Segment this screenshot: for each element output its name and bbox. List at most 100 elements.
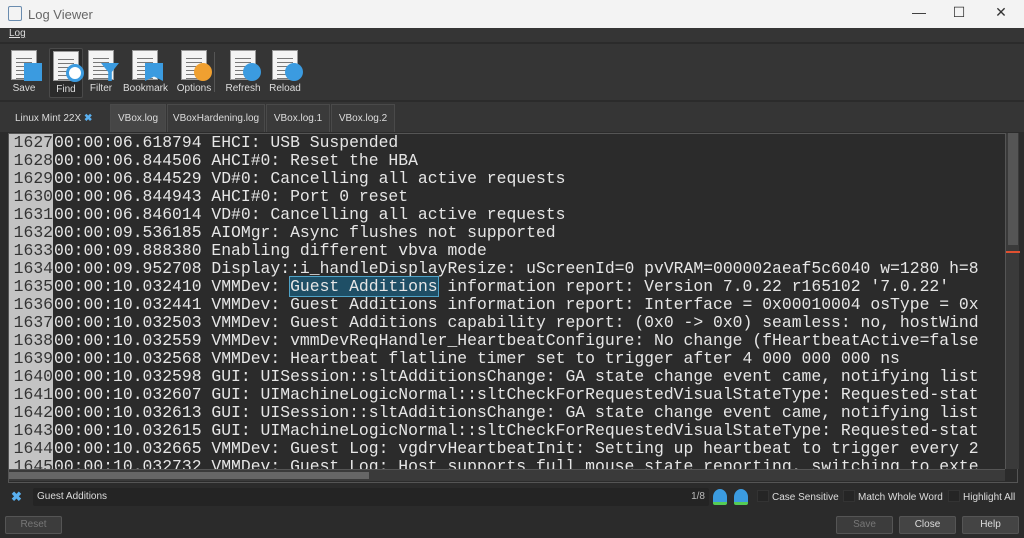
log-line: 1627 00:00:06.618794 EHCI: USB Suspended [9,134,1017,152]
line-number: 1639 [9,350,53,368]
search-highlight: Guest Additions [289,276,439,297]
vm-name-text: Linux Mint 22X [15,113,82,124]
bookmark-tool-button[interactable]: Bookmark [123,48,169,98]
log-text: 00:00:10.032503 VMMDev: Guest Additions … [54,313,979,332]
match-count: 1/8 [691,491,705,502]
case-sensitive-label[interactable]: Case Sensitive [772,492,839,503]
highlight-all-checkbox[interactable] [948,490,960,502]
line-number: 1638 [9,332,53,350]
find-tool-button[interactable]: Find [49,48,84,98]
line-number: 1636 [9,296,53,314]
match-whole-word-label[interactable]: Match Whole Word [858,492,943,503]
search-input[interactable]: Guest Additions 1/8 [33,488,709,506]
refresh-icon [230,50,261,81]
log-text: 00:00:06.844943 AHCI#0: Port 0 reset [54,187,409,206]
bookmark-icon [132,50,163,81]
log-text: 00:00:10.032441 VMMDev: Guest Additions … [54,295,979,314]
tab-vboxhardening-log[interactable]: VBoxHardening.log [167,104,265,132]
close-find-bar-icon[interactable]: ✖ [11,489,22,505]
window-title: Log Viewer [28,7,93,22]
reload-tool-button[interactable]: Reload [268,48,303,98]
close-window-button[interactable]: ✕ [991,4,1011,24]
match-whole-word-checkbox[interactable] [843,490,855,502]
log-line: 1644 00:00:10.032665 VMMDev: Guest Log: v… [9,440,1017,458]
find-previous-icon[interactable] [713,489,727,505]
line-number: 1627 [9,134,53,152]
log-line: 1636 00:00:10.032441 VMMDev: Guest Additi… [9,296,1017,314]
log-text: 00:00:06.846014 VD#0: Cancelling all act… [54,205,566,224]
line-number: 1643 [9,422,53,440]
log-text: 00:00:09.888380 Enabling different vbva … [54,241,487,260]
horizontal-scrollbar[interactable] [9,469,1005,481]
search-match-marker [1006,251,1020,253]
line-number: 1628 [9,152,53,170]
log-text: 00:00:10.032613 GUI: UISession::sltAddit… [54,403,979,422]
log-text: 00:00:09.952708 Display::i_handleDisplay… [54,259,979,278]
log-text: 00:00:06.844529 VD#0: Cancelling all act… [54,169,566,188]
gear-icon [181,50,212,81]
filter-label: Filter [89,83,113,94]
refresh-tool-button[interactable]: Refresh [225,48,261,98]
save-button[interactable]: Save [836,516,893,534]
menu-log[interactable]: Log [9,28,26,39]
filter-icon [88,50,119,81]
log-line: 1642 00:00:10.032613 GUI: UISession::sltA… [9,404,1017,422]
line-number: 1631 [9,206,53,224]
log-line: 1631 00:00:06.846014 VD#0: Cancelling all… [9,206,1017,224]
line-number: 1640 [9,368,53,386]
save-tool-button[interactable]: Save [6,48,42,98]
line-number: 1634 [9,260,53,278]
filter-tool-button[interactable]: Filter [86,48,119,98]
log-text: 00:00:09.536185 AIOMgr: Async flushes no… [54,223,556,242]
title-bar: Log Viewer — ☐ ✕ [0,0,1024,28]
line-number: 1642 [9,404,53,422]
line-number: 1630 [9,188,53,206]
save-label: Save [12,83,36,94]
line-number: 1632 [9,224,53,242]
find-next-icon[interactable] [734,489,748,505]
maximize-button[interactable]: ☐ [949,4,969,24]
reset-button[interactable]: Reset [5,516,62,534]
horizontal-scroll-thumb[interactable] [9,472,369,479]
options-label: Options [176,83,212,94]
find-label: Find [56,84,76,95]
log-line: 1640 00:00:10.032598 GUI: UISession::sltA… [9,368,1017,386]
line-number: 1635 [9,278,53,296]
save-icon [11,50,42,81]
log-text: 00:00:10.032615 GUI: UIMachineLogicNorma… [54,421,979,440]
log-text: 00:00:10.032665 VMMDev: Guest Log: vgdrv… [54,439,979,458]
tab-vbox-log[interactable]: VBox.log [110,104,166,132]
bookmark-label: Bookmark [123,83,169,94]
options-tool-button[interactable]: Options [176,48,212,98]
log-text-segment: 00:00:10.032410 VMMDev: [54,277,291,296]
log-text-area[interactable]: 1627 00:00:06.618794 EHCI: USB Suspended 1… [8,133,1018,483]
log-line: 1638 00:00:10.032559 VMMDev: vmmDevReqHan… [9,332,1017,350]
log-text: 00:00:10.032559 VMMDev: vmmDevReqHandler… [54,331,979,350]
help-button[interactable]: Help [962,516,1019,534]
vertical-scrollbar[interactable] [1005,133,1020,469]
close-button[interactable]: Close [899,516,956,534]
refresh-label: Refresh [225,83,261,94]
log-text: 00:00:10.032598 GUI: UISession::sltAddit… [54,367,979,386]
tab-vbox-log-2[interactable]: VBox.log.2 [331,104,395,132]
tab-vbox-log-1[interactable]: VBox.log.1 [266,104,330,132]
case-sensitive-checkbox[interactable] [757,490,769,502]
log-text: 00:00:06.844506 AHCI#0: Reset the HBA [54,151,418,170]
log-text-segment: information report: Version 7.0.22 r1651… [437,277,950,296]
minimize-button[interactable]: — [909,4,929,24]
line-number: 1641 [9,386,53,404]
close-vm-logs-icon[interactable]: ✖ [84,113,92,124]
menu-bar: Log [0,28,1024,42]
search-input-value: Guest Additions [37,491,108,502]
log-text: 00:00:10.032607 GUI: UIMachineLogicNorma… [54,385,979,404]
vertical-scroll-thumb[interactable] [1008,133,1018,245]
log-line: 1628 00:00:06.844506 AHCI#0: Reset the HB… [9,152,1017,170]
toolbar-separator [214,52,215,92]
find-icon [53,51,84,82]
log-text: 00:00:06.618794 EHCI: USB Suspended [54,133,399,152]
reload-icon [272,50,303,81]
line-number: 1637 [9,314,53,332]
log-line: 1641 00:00:10.032607 GUI: UIMachineLogicN… [9,386,1017,404]
log-line: 1633 00:00:09.888380 Enabling different v… [9,242,1017,260]
highlight-all-label[interactable]: Highlight All [963,492,1015,503]
